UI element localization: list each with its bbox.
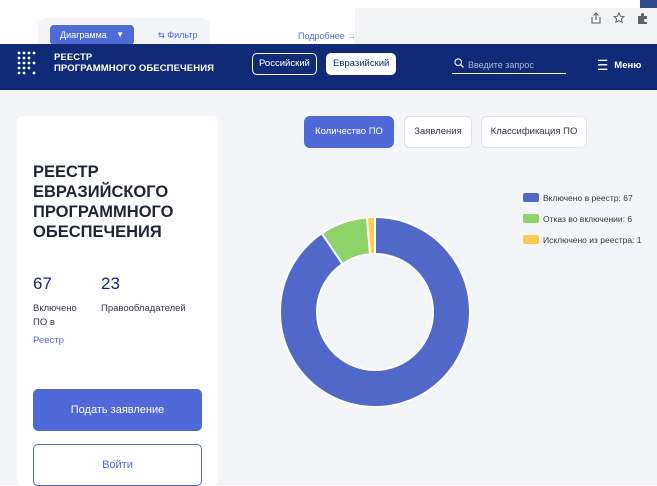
donut-chart [280,215,471,408]
legend-swatch [523,214,539,223]
main-content: РЕЕСТР ЕВРАЗИЙСКОГО ПРОГРАММНОГО ОБЕСПЕЧ… [0,90,657,486]
tab-software-classification[interactable]: Классификация ПО [481,116,587,148]
legend-item-rejected[interactable]: Отказ во включении: 6 [523,214,632,225]
registry-logo-icon[interactable] [16,50,42,76]
tab-russian-registry[interactable]: Российский [252,53,317,75]
registry-link[interactable]: Реестр [33,335,64,346]
logo-line-2: ПРОГРАММНОГО ОБЕСПЕЧЕНИЯ [54,63,215,74]
browser-toolbar [355,0,657,44]
title-line: ОБЕСПЕЧЕНИЯ [33,223,162,241]
site-logo-text[interactable]: РЕЕСТР ПРОГРАММНОГО ОБЕСПЕЧЕНИЯ [54,52,214,74]
diagram-button-label: Диаграмма [60,30,107,40]
registry-info-card: РЕЕСТР ЕВРАЗИЙСКОГО ПРОГРАММНОГО ОБЕСПЕЧ… [17,116,218,486]
login-button[interactable]: Войти [33,444,202,486]
stat-rightholders-label: Правообладателей [101,303,186,314]
chevron-down-icon: ▼ [116,30,124,39]
stat-included-label: Включено ПО в [33,302,77,330]
stat-included-value: 67 [33,274,52,293]
filter-button[interactable]: ⇆ Фильтр [158,30,198,41]
legend-label: Исключено из реестра: 1 [543,235,642,245]
legend-swatch [523,235,539,244]
legend-label: Включено в реестр: 67 [543,193,633,203]
hamburger-icon: ☰ [597,57,609,73]
star-icon[interactable] [612,11,626,26]
site-header: РЕЕСТР ПРОГРАММНОГО ОБЕСПЕЧЕНИЯ Российск… [0,44,657,90]
search-icon [454,58,464,68]
submit-application-button[interactable]: Подать заявление [33,389,202,431]
share-icon[interactable] [590,12,602,26]
stat-label-line: ПО в [33,317,55,328]
search-box [452,56,566,74]
title-line: ЕВРАЗИЙСКОГО [33,183,169,201]
legend-label: Отказ во включении: 6 [543,214,633,224]
title-line: РЕЕСТР [33,163,99,181]
browser-extension-strip [640,0,657,8]
title-line: ПРОГРАММНОГО [33,203,174,221]
menu-button[interactable]: ☰ Меню [597,57,641,74]
stat-rightholders-value: 23 [101,274,120,293]
legend-item-included[interactable]: Включено в реестр: 67 [523,193,633,204]
legend-swatch [523,193,539,202]
menu-label: Меню [614,60,642,71]
stat-label-line: Включено [33,303,77,314]
extension-icon[interactable] [636,12,650,26]
page-title: РЕЕСТР ЕВРАЗИЙСКОГО ПРОГРАММНОГО ОБЕСПЕЧ… [33,162,213,242]
tab-software-count[interactable]: Количество ПО [304,116,394,148]
address-bar-edge [355,0,647,8]
tab-eurasian-registry[interactable]: Евразийский [326,53,397,75]
search-input[interactable] [466,56,564,73]
more-link[interactable]: Подробнее → [298,31,356,41]
legend-item-excluded[interactable]: Исключено из реестра: 1 [523,235,642,246]
logo-line-1: РЕЕСТР [54,52,93,63]
diagram-button[interactable]: Диаграмма ▼ [50,25,134,45]
tab-applications[interactable]: Заявления [404,116,472,148]
